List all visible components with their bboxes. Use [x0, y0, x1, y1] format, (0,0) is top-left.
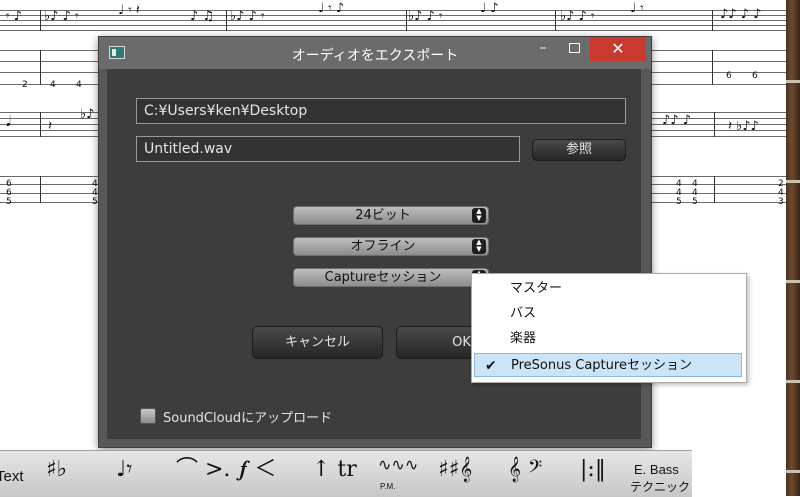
dialog-body: C:¥Users¥ken¥Desktop Untitled.wav 参照 24ビ…: [107, 69, 641, 439]
notation-glyph: ♭♪ ♪ 𝄾: [230, 9, 265, 24]
menu-item-instrument[interactable]: 楽器: [472, 327, 746, 351]
tab-number: 5: [92, 197, 98, 207]
bit-depth-value: 24ビット: [355, 208, 411, 223]
barline: [712, 50, 713, 85]
notation-glyph: ♩ 𝄾 ♪: [318, 1, 345, 16]
repeat-button[interactable]: |:‖: [580, 459, 606, 481]
close-button[interactable]: ✕: [590, 37, 646, 61]
menu-item-label: バス: [510, 306, 537, 321]
updown-arrows-icon: ▲▼: [472, 208, 486, 223]
source-value: Captureセッション: [324, 270, 442, 285]
notation-glyph: 𝅘𝅥: [6, 112, 11, 130]
tab-number: 3: [778, 197, 784, 207]
notation-glyph: ♭♪: [80, 107, 95, 122]
cancel-button[interactable]: キャンセル: [252, 326, 383, 359]
staff-line: [0, 25, 800, 26]
notation-glyph: ♭♪ ♪ 𝄾: [560, 9, 595, 24]
tab-number: 5: [676, 197, 682, 207]
source-dropdown-menu: マスター バス 楽器 ✔ PreSonus Captureセッション: [471, 273, 747, 383]
maximize-icon: [568, 43, 580, 53]
export-audio-dialog: オーディオをエクスポート – ✕ C:¥Users¥ken¥Desktop Un…: [98, 36, 652, 448]
menu-item-bus[interactable]: バス: [472, 302, 746, 326]
wood-side-rail: [786, 0, 800, 496]
tab-number: 5: [6, 197, 12, 207]
barline: [714, 176, 715, 203]
folder-path-field[interactable]: C:¥Users¥ken¥Desktop: [136, 98, 626, 124]
notation-glyph: 𝄽 ♭♪♪: [728, 119, 759, 134]
notation-glyph: ♪♪ ♪ ♪: [720, 7, 762, 22]
note-rest-button[interactable]: ♩𝄾: [116, 459, 132, 481]
staff-line: [0, 20, 800, 21]
slur-accent-button[interactable]: ⌒ >.: [176, 459, 230, 481]
source-select[interactable]: Captureセッション ▲▼: [293, 268, 489, 287]
notation-glyph: ♭♪ ♪ 𝄾: [408, 9, 443, 24]
maximize-button[interactable]: [559, 37, 589, 61]
technique-label[interactable]: テクニック: [630, 481, 690, 493]
tab-number: 5: [692, 197, 698, 207]
tab-number: 2: [22, 80, 28, 90]
key-signature-button[interactable]: ♯♯𝄞: [438, 459, 472, 481]
notation-glyph: ♩ ♪: [480, 1, 499, 16]
notation-glyph: ♭♪ ♪ 𝄾: [44, 9, 79, 24]
tab-number: 6: [726, 71, 732, 81]
notation-glyph: ♩ 𝄾: [630, 1, 644, 16]
trill-button[interactable]: ↑ tr: [312, 459, 357, 481]
notation-palette-toolbar: Text ♯♭ ♩𝄾 ⌒ >. 𝆑 ＜ ↑ tr ∿∿∿ P.M. ♯♯𝄞 𝄞 …: [0, 450, 692, 497]
menu-item-capture-session[interactable]: ✔ PreSonus Captureセッション: [474, 353, 742, 377]
vibrato-icon: ∿∿∿: [378, 455, 419, 474]
dynamics-button[interactable]: 𝆑 ＜: [240, 459, 276, 481]
menu-item-label: 楽器: [510, 331, 537, 346]
barline: [714, 112, 715, 137]
notation-glyph: ♩ 𝄾 𝄽: [118, 3, 140, 18]
notation-glyph: 𝄾 ♪: [6, 9, 22, 24]
barline: [555, 10, 556, 31]
menu-item-master[interactable]: マスター: [472, 277, 746, 301]
tab-number: 4: [76, 80, 82, 90]
tab-number: 4: [50, 80, 56, 90]
barline: [40, 50, 41, 85]
browse-button[interactable]: 参照: [532, 139, 626, 161]
bit-depth-select[interactable]: 24ビット ▲ ▼: [293, 206, 489, 225]
barline: [226, 10, 227, 31]
tab-number: 6: [752, 71, 758, 81]
updown-arrows-icon: ▲▼: [472, 239, 486, 254]
notation-glyph: 𝄽: [48, 119, 52, 134]
filename-field[interactable]: Untitled.wav: [136, 136, 520, 162]
render-mode-value: オフライン: [350, 239, 416, 254]
palm-mute-label: P.M.: [380, 482, 396, 491]
notation-glyph: ♪ ♫: [190, 9, 215, 24]
minimize-button[interactable]: –: [527, 37, 559, 61]
menu-item-label: マスター: [510, 281, 563, 296]
staff-line: [0, 30, 800, 31]
instrument-label: E. Bass: [634, 462, 679, 477]
clef-button[interactable]: 𝄞 𝄢: [508, 459, 542, 481]
render-mode-select[interactable]: オフライン ▲ ▼: [293, 237, 489, 256]
barline: [712, 10, 713, 31]
barline: [40, 10, 41, 31]
menu-item-label: PreSonus Captureセッション: [511, 358, 692, 373]
dialog-titlebar[interactable]: オーディオをエクスポート – ✕: [99, 37, 651, 69]
soundcloud-checkbox[interactable]: [140, 408, 156, 424]
text-tool-button[interactable]: Text: [0, 469, 24, 484]
barline: [40, 176, 41, 203]
barline: [40, 112, 41, 137]
notation-glyph: ♪♪ ♪: [662, 113, 692, 128]
barline: [406, 10, 407, 31]
sharp-flat-button[interactable]: ♯♭: [46, 459, 67, 481]
soundcloud-label: SoundCloudにアップロード: [163, 411, 333, 426]
checkmark-icon: ✔: [485, 358, 497, 374]
